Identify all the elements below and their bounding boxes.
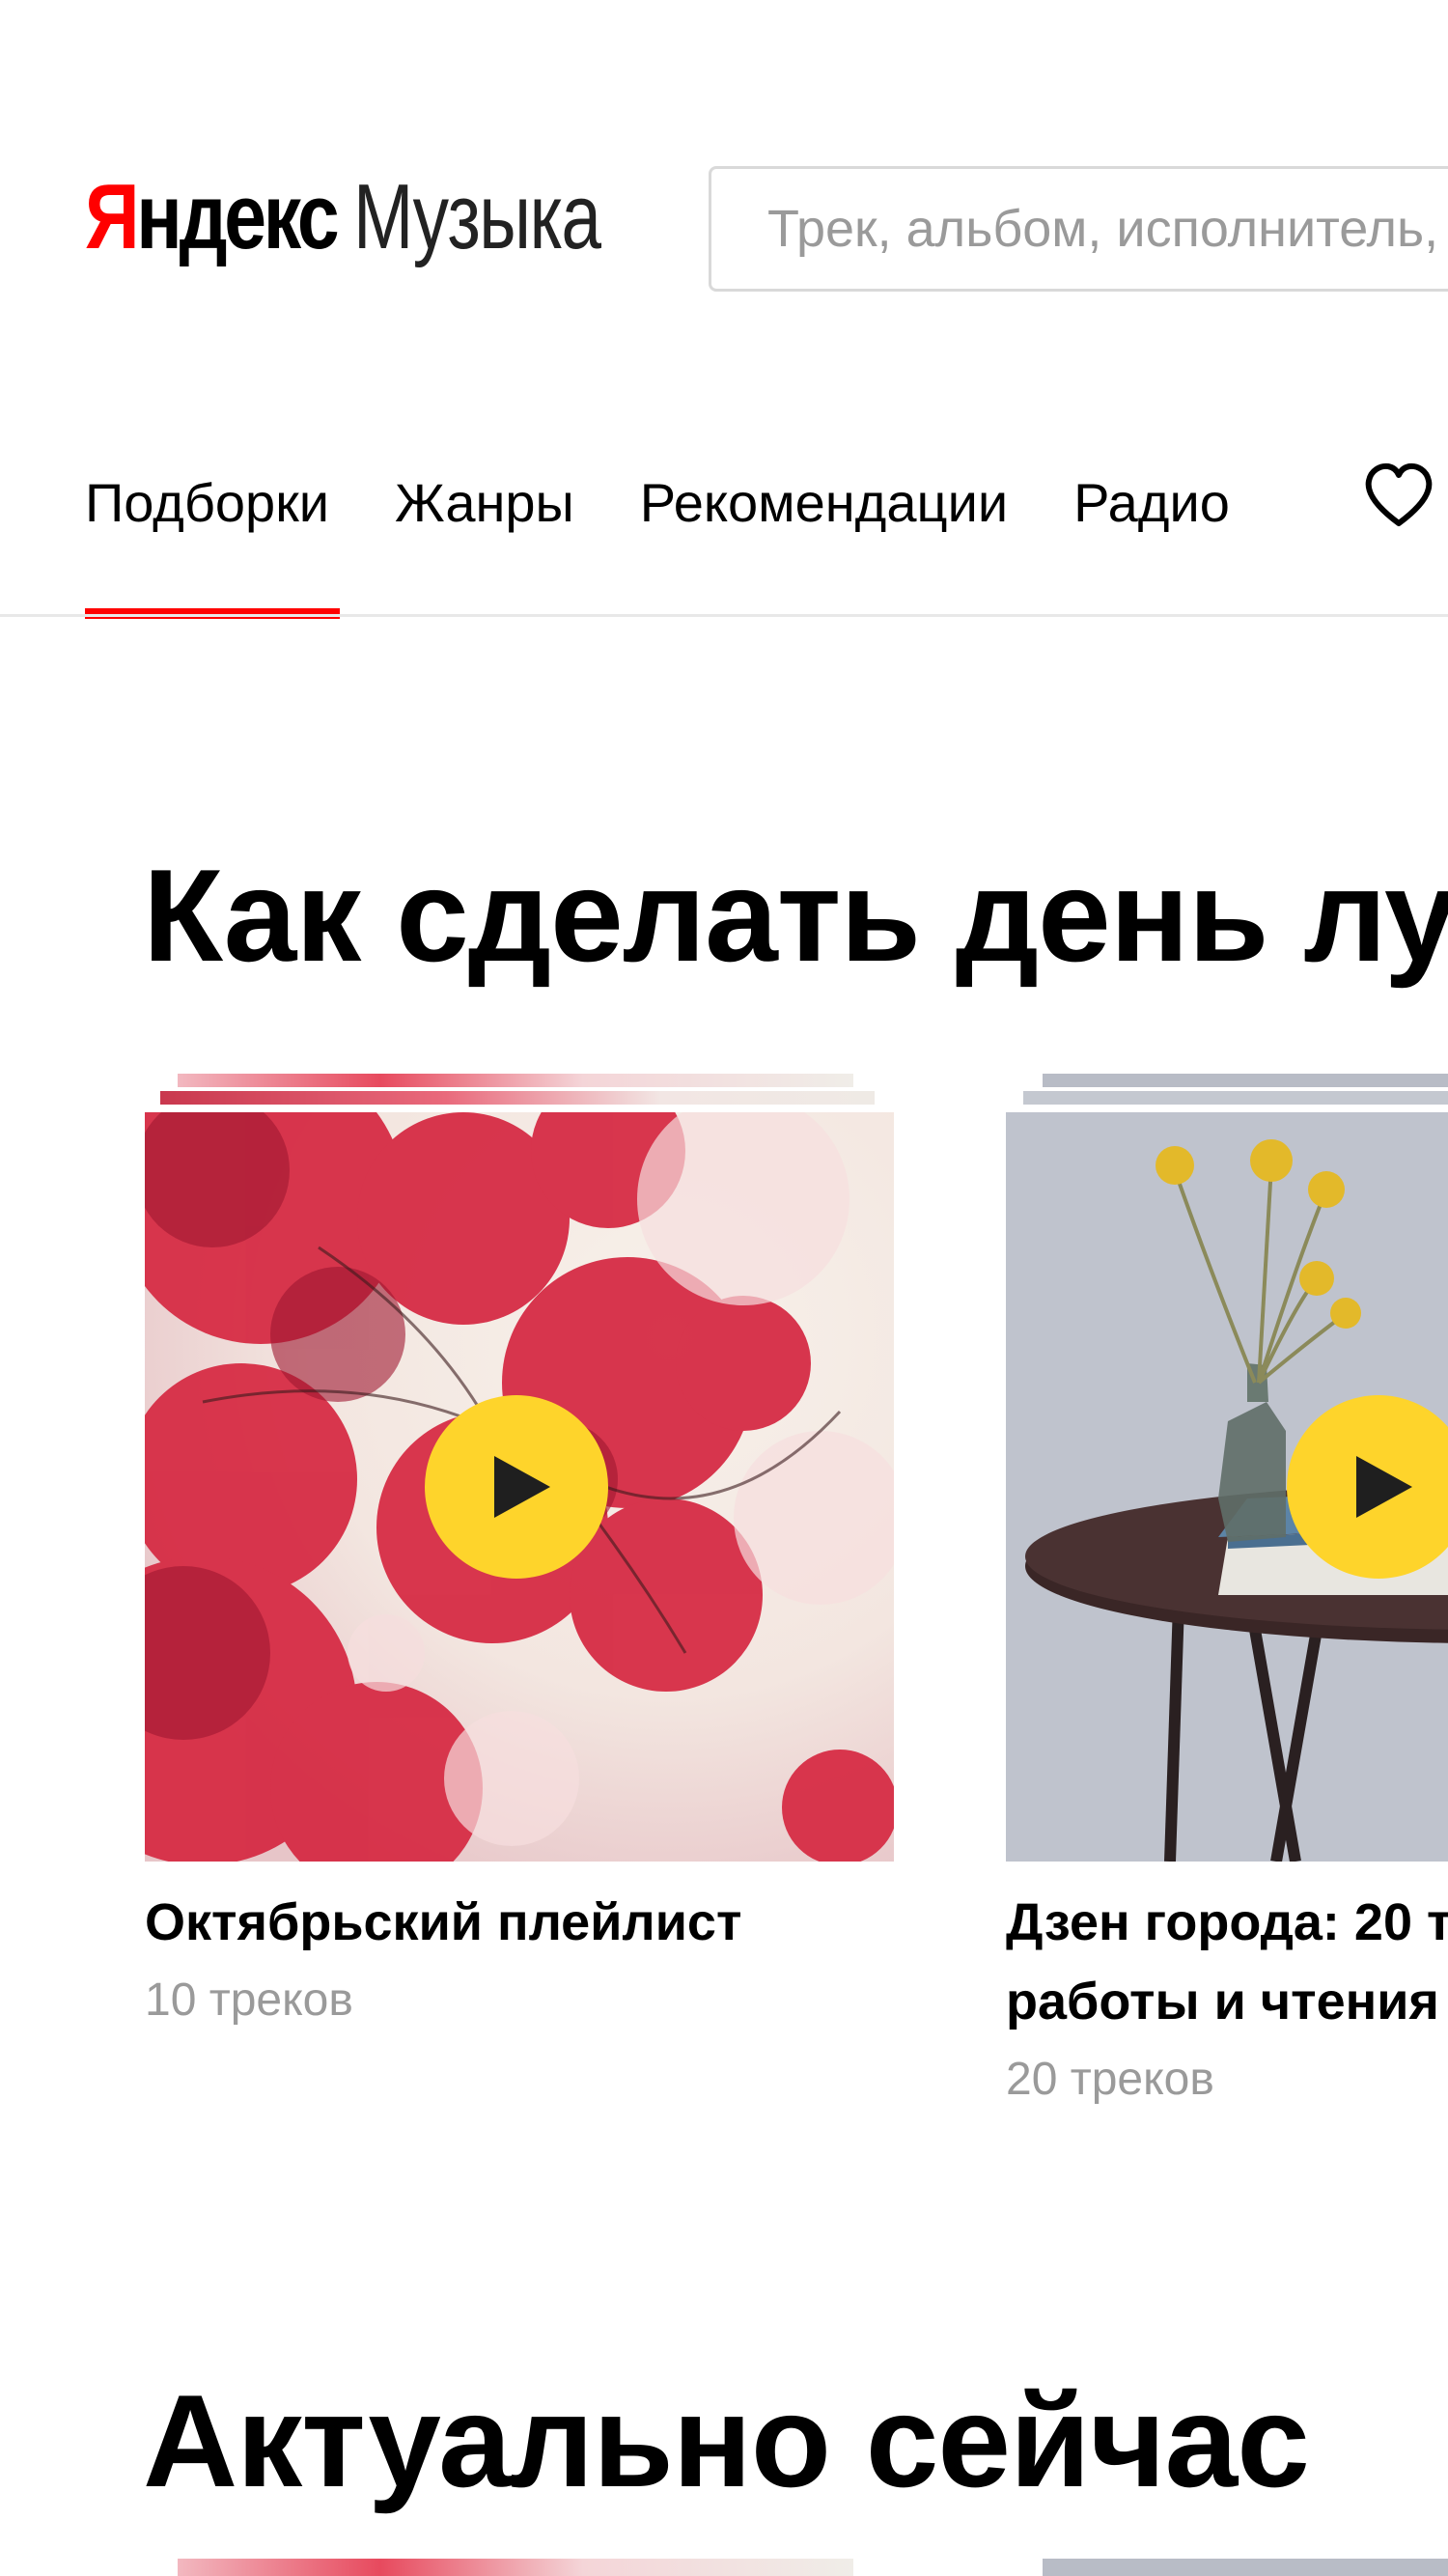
play-icon <box>494 1456 550 1518</box>
nav-item-genres[interactable]: Жанры <box>395 471 574 534</box>
card-title[interactable]: Октябрьский плейлист <box>145 1883 994 1962</box>
play-icon <box>1356 1456 1412 1518</box>
main-nav: Подборки Жанры Рекомендации Радио <box>85 454 1230 550</box>
nav-item-recommendations[interactable]: Рекомендации <box>640 471 1008 534</box>
search-box[interactable] <box>709 166 1448 292</box>
stack-layer <box>1023 1091 1448 1105</box>
heart-icon[interactable] <box>1363 462 1434 529</box>
stack-layer <box>160 1091 875 1105</box>
cover-wrapper <box>1006 1112 1448 1862</box>
section-title: Актуально сейчас <box>143 2367 1310 2514</box>
logo-brand: Яндекс <box>85 164 340 270</box>
page: Яндекс Музыка Подборки Жанры Рекомендаци… <box>0 0 1448 2576</box>
stack-layer <box>178 1074 853 1087</box>
card-track-count: 10 треков <box>145 1974 353 2026</box>
logo-brand-rest: ндекс <box>136 165 339 268</box>
nav-divider <box>0 614 1448 617</box>
search-input[interactable] <box>711 169 1448 289</box>
playlist-card[interactable]: Октябрьский плейлист 10 треков <box>145 1074 894 2026</box>
stack-layer <box>1043 1074 1448 1087</box>
section-title: Как сделать день лучше <box>143 842 1448 989</box>
nav-item-radio[interactable]: Радио <box>1073 471 1230 534</box>
stack-layer <box>178 2559 853 2576</box>
yandex-music-logo[interactable]: Яндекс Музыка <box>85 164 670 280</box>
logo-brand-first-letter: Я <box>85 165 140 268</box>
card-title[interactable]: Дзен города: 20 треков для работы и чтен… <box>1006 1883 1448 2041</box>
card-track-count: 20 треков <box>1006 2054 1214 2105</box>
playlist-card[interactable]: Дзен города: 20 треков для работы и чтен… <box>1006 1074 1448 2105</box>
nav-item-collections[interactable]: Подборки <box>85 471 329 534</box>
stack-layer <box>1043 2559 1448 2576</box>
play-button[interactable] <box>425 1395 608 1579</box>
logo-product: Музыка <box>353 165 601 268</box>
cover-wrapper <box>145 1112 894 1862</box>
